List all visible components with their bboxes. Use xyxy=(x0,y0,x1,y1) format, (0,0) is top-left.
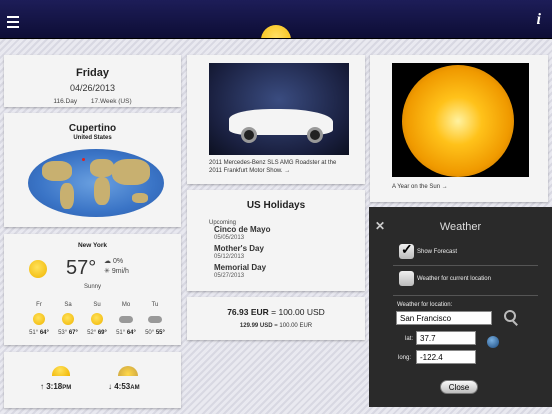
close-button[interactable]: Close xyxy=(440,380,478,394)
sunrise-time: ↓ 4:53AM xyxy=(108,382,140,391)
currency-card[interactable]: 76.93 EUR = 100.00 USD 129.99 USD = 100.… xyxy=(187,297,365,340)
holiday-date: 05/12/2013 xyxy=(214,254,245,260)
forecast-day: Sa 53° 67° xyxy=(58,302,78,336)
wind-icon: ✳ xyxy=(104,268,110,275)
weather-condition: Sunny xyxy=(83,284,101,290)
location-card[interactable]: Cupertino United States xyxy=(4,113,181,227)
cloud-icon xyxy=(148,316,162,323)
currency-rate-eur: 76.93 EUR = 100.00 USD xyxy=(227,307,325,317)
arrow-up-icon: ↑ xyxy=(40,382,44,391)
panel-title: Weather xyxy=(439,221,482,233)
show-forecast-checkbox[interactable]: ✓ xyxy=(399,241,414,259)
sun-photo-card[interactable]: A Year on the Sun → xyxy=(370,55,548,202)
menu-icon[interactable] xyxy=(7,16,19,31)
car-photo-card[interactable]: 2011 Mercedes-Benz SLS AMG Roadster at t… xyxy=(187,55,365,184)
latitude-input[interactable] xyxy=(416,331,476,345)
current-location-checkbox[interactable] xyxy=(399,271,414,286)
sun-photo-caption[interactable]: A Year on the Sun → xyxy=(392,183,448,191)
top-bar: i xyxy=(0,0,552,39)
show-forecast-label: Show Forecast xyxy=(417,249,458,255)
car-photo xyxy=(209,63,349,155)
info-icon[interactable]: i xyxy=(537,11,541,29)
sunset-time: ↑ 3:18PM xyxy=(40,382,72,391)
forecast-day: Fr 51° 64° xyxy=(29,302,49,336)
sun-logo-icon xyxy=(261,25,291,38)
forecast-day: Mo 51° 64° xyxy=(116,302,136,336)
divider xyxy=(393,295,538,296)
day-of-year: 116.Day xyxy=(53,98,78,105)
holiday-date: 05/05/2013 xyxy=(214,235,245,241)
sun-photo xyxy=(392,63,529,177)
holidays-title: US Holidays xyxy=(246,200,306,211)
week-number: 17.Week (US) xyxy=(90,98,132,105)
holidays-card[interactable]: US Holidays Upcoming Cinco de Mayo 05/05… xyxy=(187,190,365,291)
location-label: Weather for location: xyxy=(397,302,453,308)
world-map xyxy=(28,149,164,217)
sun-icon xyxy=(33,313,45,325)
cloud-rain-icon: ☁ xyxy=(104,258,111,265)
sunset-icon xyxy=(52,366,70,376)
wind: ✳ 9mi/h xyxy=(104,268,129,275)
checkmark-icon: ✓ xyxy=(401,241,413,257)
car-caption[interactable]: 2011 Mercedes-Benz SLS AMG Roadster at t… xyxy=(209,159,336,175)
location-input[interactable] xyxy=(396,311,492,325)
country-name: United States xyxy=(73,135,112,141)
globe-icon[interactable] xyxy=(487,336,499,348)
search-icon[interactable] xyxy=(504,310,516,322)
cloud-icon xyxy=(119,316,133,323)
arrow-down-icon: ↓ xyxy=(108,382,112,391)
weather-card[interactable]: New York 57° ☁ 0% ✳ 9mi/h Sunny Fr 51° 6… xyxy=(4,234,181,345)
sun-icon xyxy=(91,313,103,325)
day-name: Friday xyxy=(75,67,109,79)
longitude-input[interactable] xyxy=(416,350,476,364)
holiday-name: Memorial Day xyxy=(214,263,267,272)
holiday-name: Mother's Day xyxy=(214,244,264,253)
sun-icon xyxy=(29,260,47,278)
city-name: Cupertino xyxy=(68,123,117,134)
holiday-date: 05/27/2013 xyxy=(214,273,245,279)
currency-rate-usd: 129.99 USD = 100.00 EUR xyxy=(239,323,313,329)
weather-city: New York xyxy=(77,242,108,249)
sun-times-card[interactable]: ↑ 3:18PM ↓ 4:53AM xyxy=(4,352,181,408)
divider xyxy=(393,265,538,266)
current-location-label: Weather for current location xyxy=(417,276,491,282)
date-value: 04/26/2013 xyxy=(69,83,116,93)
weather-settings-panel: ✕ Weather ✓ Show Forecast Weather for cu… xyxy=(369,207,552,407)
location-pin-icon xyxy=(82,158,85,161)
precipitation: ☁ 0% xyxy=(104,258,124,265)
date-meta: 116.Day 17.Week (US) xyxy=(4,98,181,105)
holiday-name: Cinco de Mayo xyxy=(214,225,271,234)
sun-icon xyxy=(62,313,74,325)
forecast-day: Tu 50° 55° xyxy=(145,302,165,336)
long-label: long: xyxy=(398,355,412,361)
current-temperature: 57° xyxy=(66,257,97,279)
forecast-day: Su 52° 69° xyxy=(87,302,107,336)
lat-label: lat: xyxy=(405,336,414,342)
sunrise-icon xyxy=(118,366,138,376)
date-card[interactable]: Friday 04/26/2013 116.Day 17.Week (US) xyxy=(4,55,181,107)
